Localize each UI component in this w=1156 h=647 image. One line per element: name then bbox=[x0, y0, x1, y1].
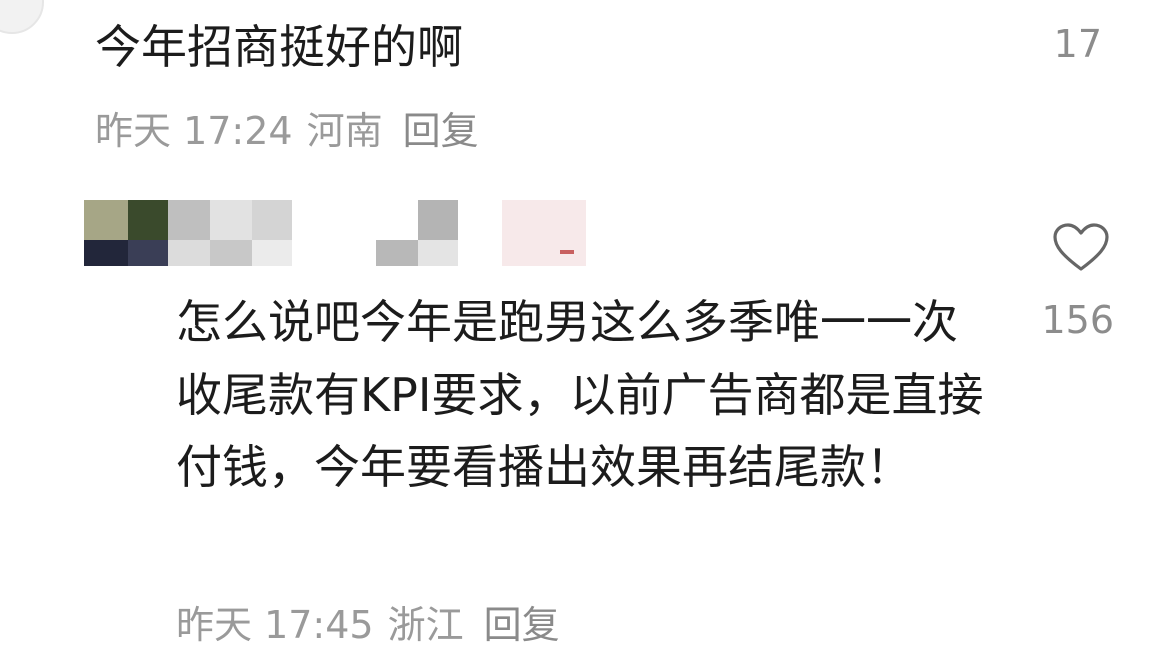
comment-text: 今年招商挺好的啊 bbox=[95, 20, 463, 74]
reply-location: 浙江 bbox=[387, 603, 464, 647]
comment-meta: 昨天 17:24 河南 回复 bbox=[95, 112, 479, 150]
heart-outline-icon bbox=[1053, 223, 1109, 271]
comment-like-count[interactable]: 17 bbox=[1054, 22, 1102, 66]
comment-location: 河南 bbox=[306, 109, 383, 153]
comment-time: 昨天 17:24 bbox=[95, 109, 293, 153]
reply-time: 昨天 17:45 bbox=[176, 603, 374, 647]
reply-reply-button[interactable]: 回复 bbox=[484, 603, 560, 647]
like-button[interactable] bbox=[1052, 222, 1112, 278]
reply-meta: 昨天 17:45 浙江 回复 bbox=[176, 606, 560, 644]
pixelated-username[interactable] bbox=[0, 196, 600, 272]
reply-text: 怎么说吧今年是跑男这么多季唯一一次收尾款有KPI要求，以前广告商都是直接付钱，今… bbox=[176, 295, 984, 494]
avatar[interactable] bbox=[0, 0, 44, 34]
reply-like-count[interactable]: 156 bbox=[1041, 298, 1114, 342]
reply-button[interactable]: 回复 bbox=[403, 109, 479, 153]
